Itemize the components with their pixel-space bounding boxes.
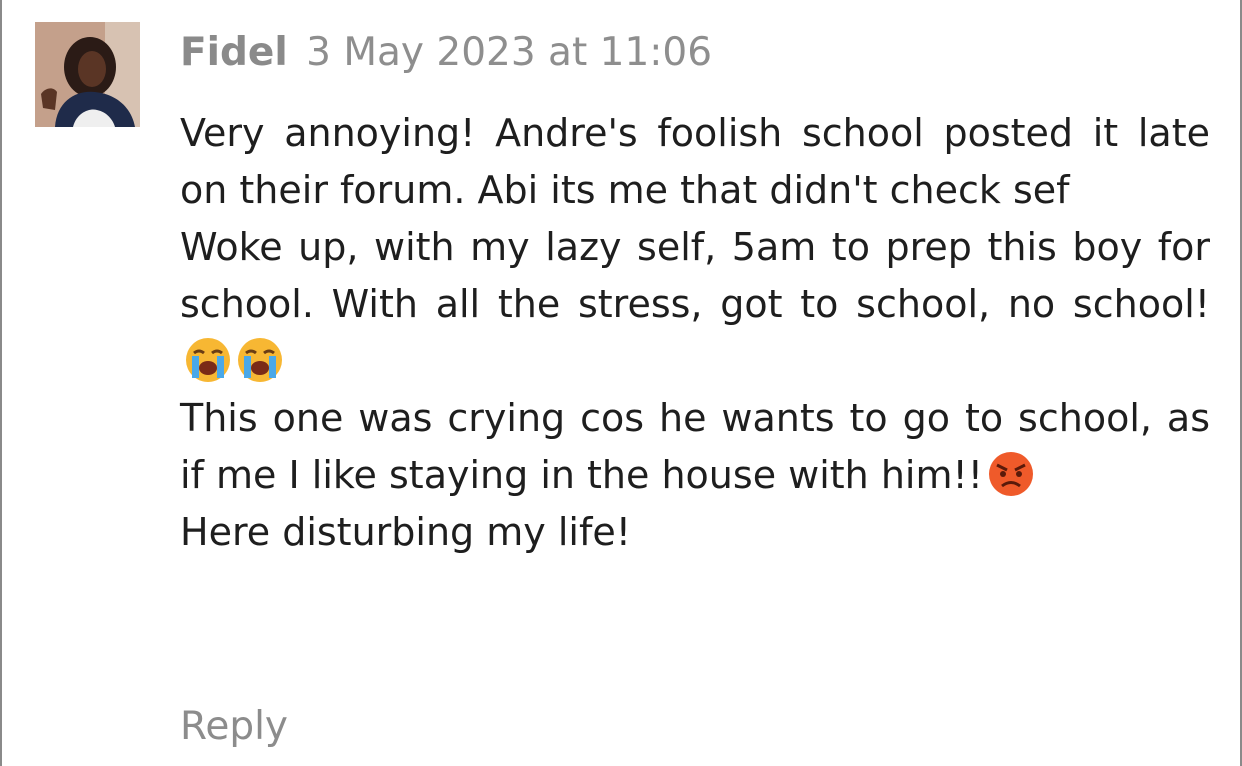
comment-paragraph-3: This one was crying cos he wants to go t…	[180, 390, 1210, 504]
comment-text: Very annoying! Andre's foolish school po…	[180, 111, 1210, 212]
comment-body: Very annoying! Andre's foolish school po…	[180, 105, 1210, 561]
author-name[interactable]: Fidel	[180, 30, 288, 75]
comment-header: Fidel 3 May 2023 at 11:06	[180, 28, 712, 78]
comment-card: Fidel 3 May 2023 at 11:06 Very annoying!…	[0, 0, 1242, 766]
reply-button[interactable]: Reply	[180, 702, 288, 752]
comment-paragraph-2: Woke up, with my lazy self, 5am to prep …	[180, 219, 1210, 390]
comment-text: This one was crying cos he wants to go t…	[180, 396, 1210, 497]
user-profile-photo-icon	[35, 22, 140, 127]
comment-paragraph-4: Here disturbing my life!	[180, 504, 1210, 561]
comment-text: Woke up, with my lazy self, 5am to prep …	[180, 225, 1210, 326]
angry-face-icon	[988, 452, 1033, 496]
comment-timestamp[interactable]: 3 May 2023 at 11:06	[306, 30, 712, 75]
loudly-crying-face-icon	[186, 338, 230, 382]
comment-text: Here disturbing my life!	[180, 510, 631, 554]
avatar[interactable]	[35, 22, 140, 127]
loudly-crying-face-icon	[238, 338, 282, 382]
comment-paragraph-1: Very annoying! Andre's foolish school po…	[180, 105, 1210, 219]
